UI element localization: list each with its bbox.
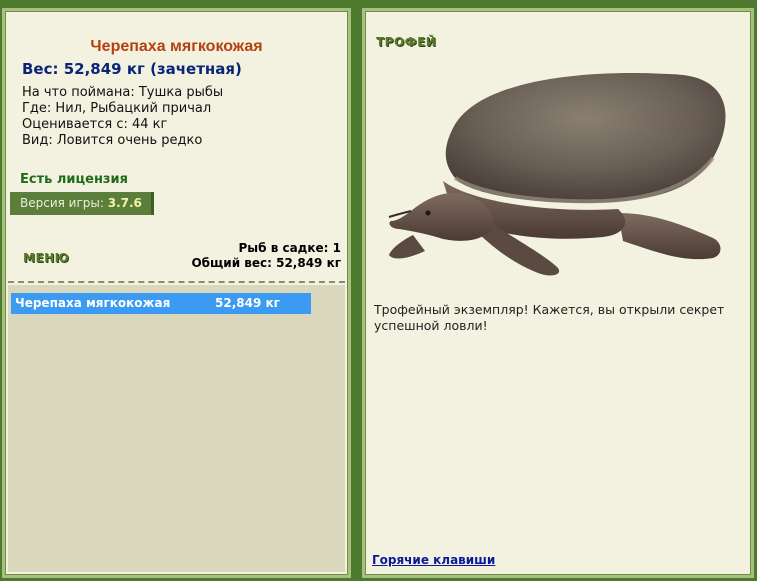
catch-info-panel: Черепаха мягкокожая Вес: 52,849 кг (заче… bbox=[2, 8, 351, 578]
catch-weight: 52,849 кг bbox=[215, 296, 280, 310]
fish-rarity: Вид: Ловится очень редко bbox=[22, 133, 203, 148]
keepnet-stats: Рыб в садке: 1 Общий вес: 52,849 кг bbox=[191, 241, 341, 271]
fish-bait: На что поймана: Тушка рыбы bbox=[22, 85, 224, 100]
list-item[interactable]: Черепаха мягкокожая 52,849 кг bbox=[11, 293, 311, 314]
fish-value: Оценивается с: 44 кг bbox=[22, 117, 168, 132]
trophy-panel: ТРОФЕЙ Трофейный экземпляр! Кажется, вы … bbox=[362, 8, 754, 578]
turtle-image bbox=[388, 73, 726, 276]
menu-button[interactable]: МЕНЮ bbox=[23, 251, 69, 265]
divider bbox=[8, 281, 345, 283]
catch-name: Черепаха мягкокожая bbox=[15, 296, 171, 310]
catch-list: Черепаха мягкокожая 52,849 кг bbox=[8, 285, 345, 572]
version-label: Версия игры: bbox=[20, 196, 104, 210]
trophy-message: Трофейный экземпляр! Кажется, вы открыли… bbox=[374, 302, 725, 333]
fish-location: Где: Нил, Рыбацкий причал bbox=[22, 101, 212, 116]
fish-weight: Вес: 52,849 кг (зачетная) bbox=[22, 60, 242, 78]
total-weight: Общий вес: 52,849 кг bbox=[191, 256, 341, 270]
version-number: 3.7.6 bbox=[107, 196, 142, 210]
trophy-label: ТРОФЕЙ bbox=[376, 35, 437, 49]
license-status: Есть лицензия bbox=[20, 172, 128, 187]
game-version: Версия игры: 3.7.6 bbox=[10, 192, 154, 215]
fish-count: Рыб в садке: 1 bbox=[238, 241, 342, 255]
hotkeys-link[interactable]: Горячие клавиши bbox=[372, 553, 495, 567]
fish-title: Черепаха мягкокожая bbox=[90, 38, 263, 55]
